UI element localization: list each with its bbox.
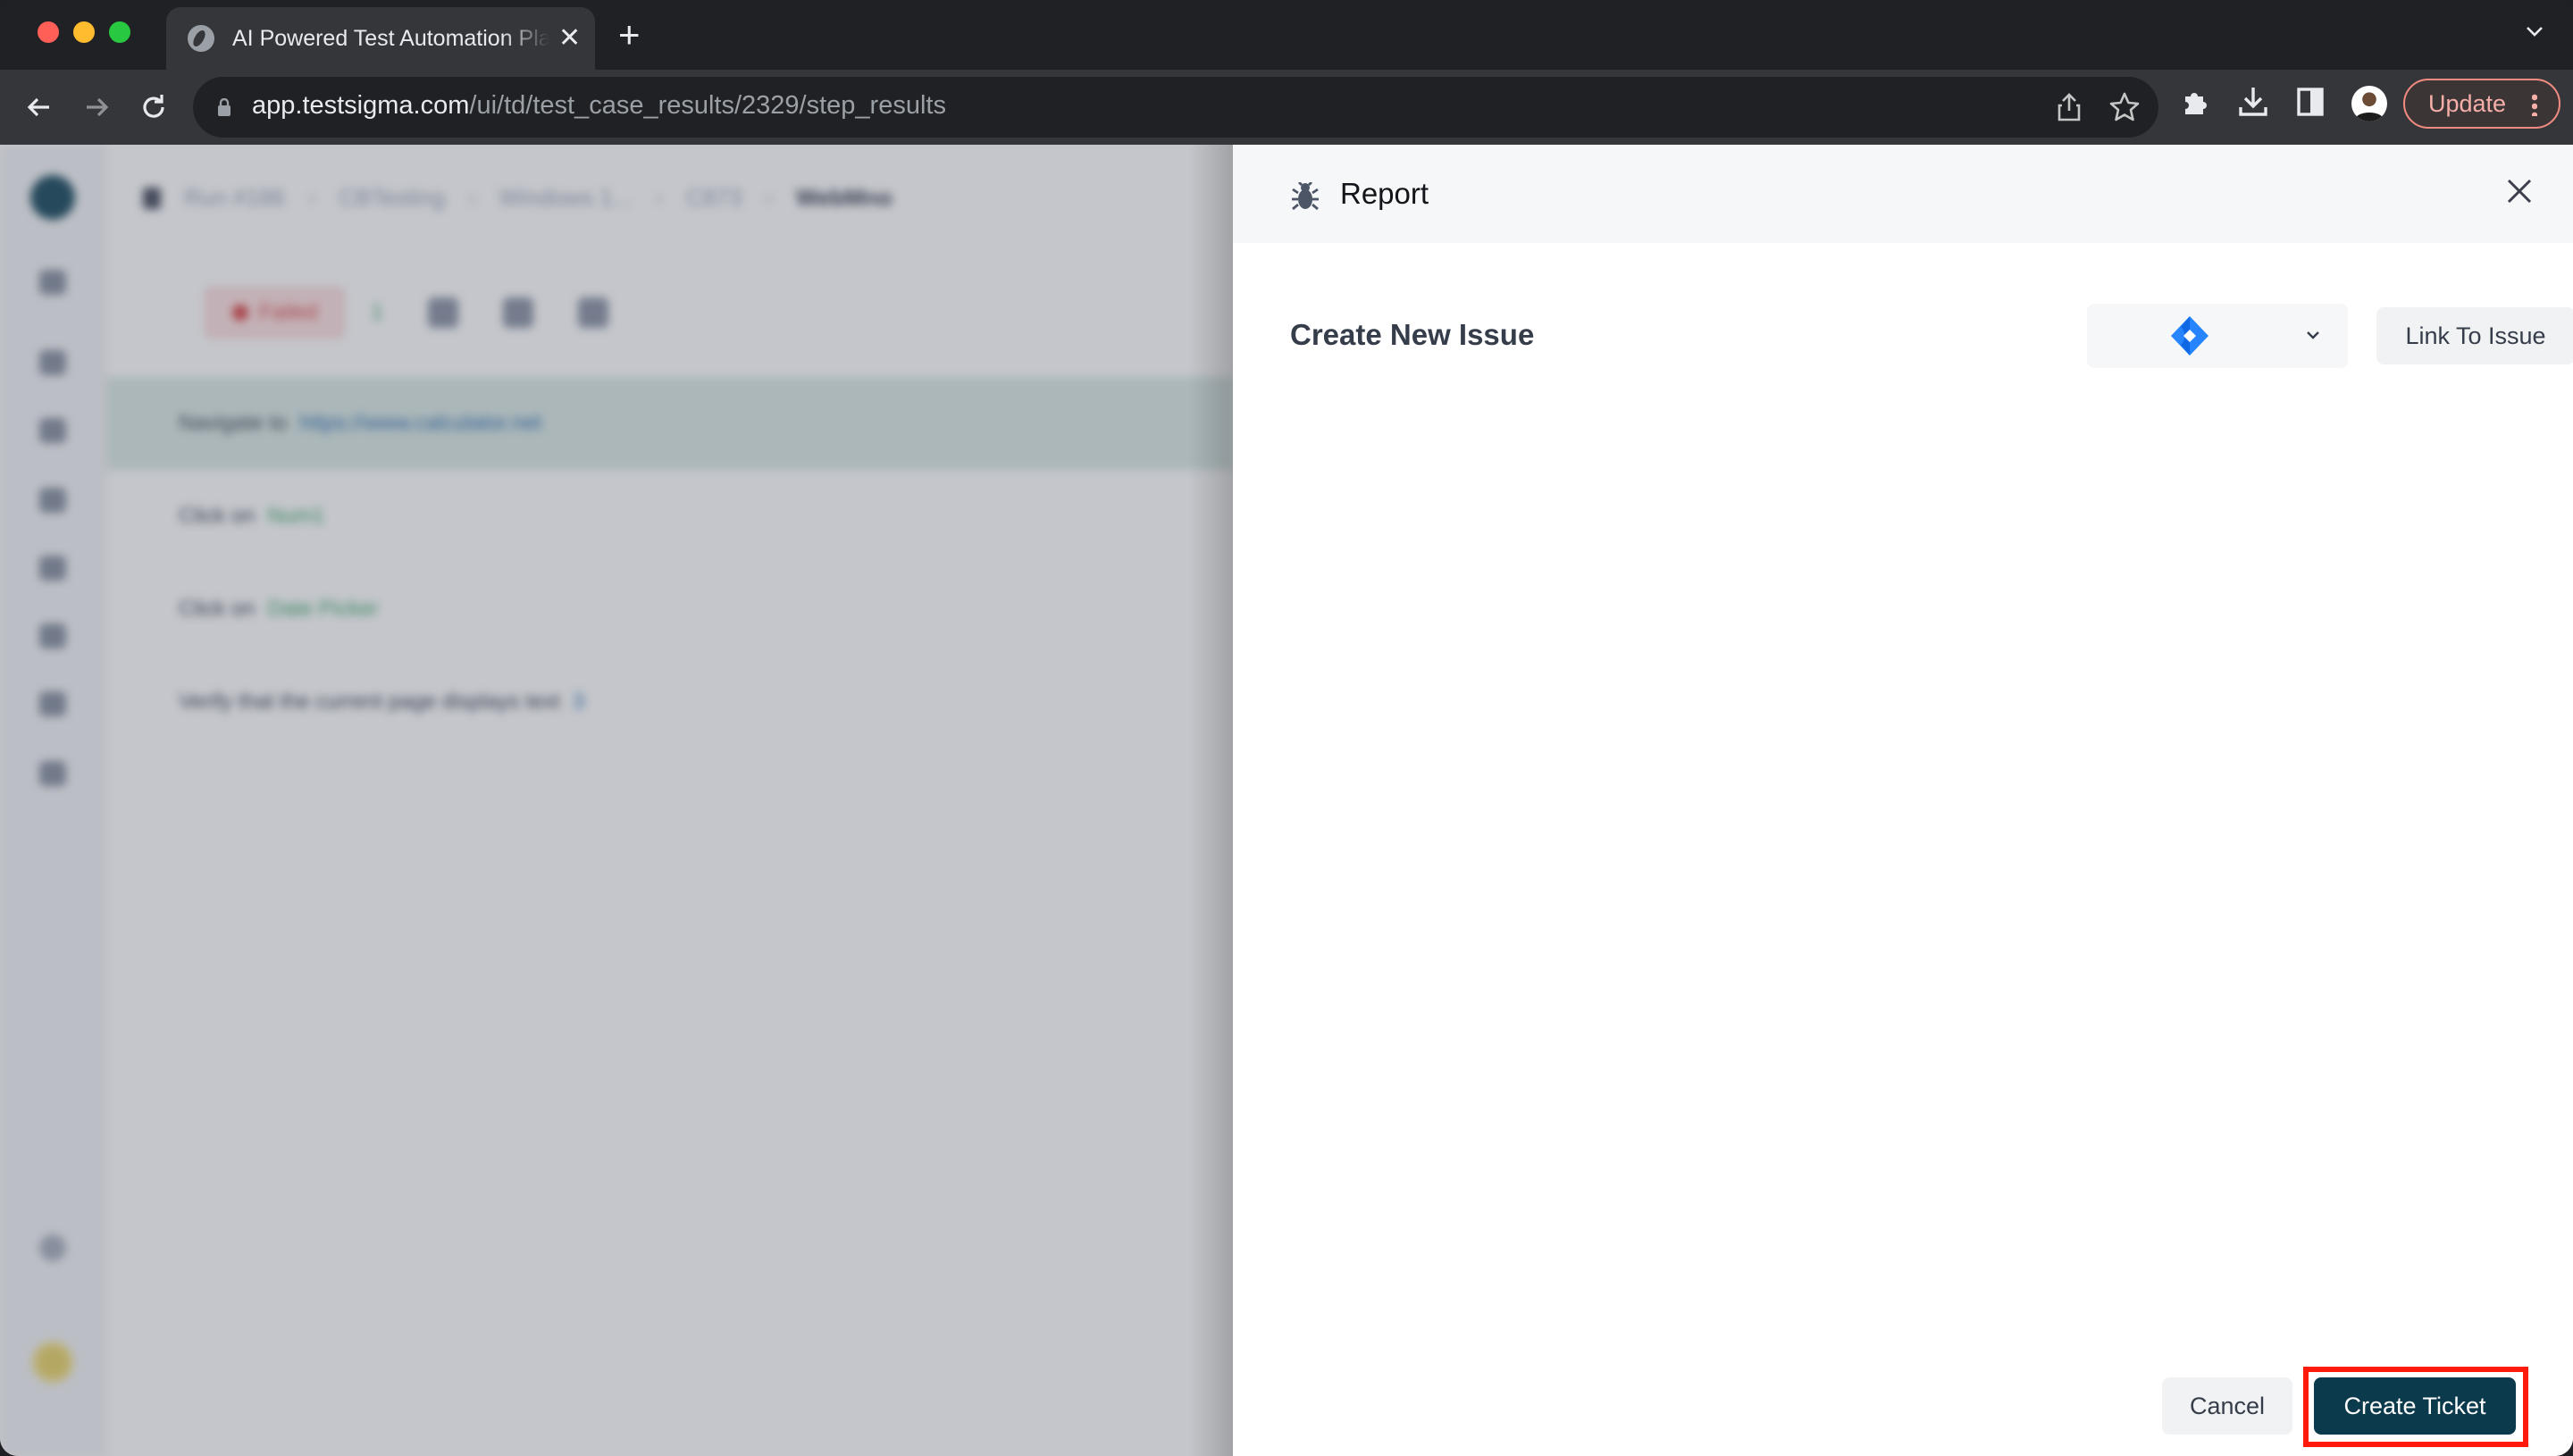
close-icon[interactable] [2502, 173, 2537, 209]
close-icon[interactable]: ✕ [558, 25, 581, 52]
cancel-button[interactable]: Cancel [2162, 1377, 2292, 1435]
drawer-header: Report [1233, 145, 2573, 243]
window-close-button[interactable] [38, 21, 59, 43]
back-icon[interactable] [18, 86, 61, 129]
lock-icon [218, 98, 230, 116]
create-ticket-button[interactable]: Create Ticket [2314, 1377, 2516, 1435]
extensions-icon[interactable] [2178, 84, 2214, 120]
download-icon[interactable] [2235, 84, 2271, 120]
browser-tab[interactable]: AI Powered Test Automation Platform ✕ [166, 7, 595, 70]
report-drawer: Report Create New Issue Link To Issue Ca… [1233, 145, 2573, 1456]
update-button[interactable]: Update [2403, 79, 2560, 129]
reload-icon[interactable] [132, 86, 175, 129]
star-icon[interactable] [2108, 91, 2141, 123]
address-bar[interactable]: app.testsigma.com/ui/td/test_case_result… [193, 77, 2158, 138]
tab-bar: AI Powered Test Automation Platform ✕ + [0, 0, 2573, 70]
plus-icon[interactable]: + [618, 16, 641, 54]
url-path: /ui/td/test_case_results/2329/step_resul… [469, 91, 946, 120]
modal-backdrop[interactable] [0, 145, 1233, 1456]
menu-icon[interactable] [2532, 93, 2537, 116]
create-issue-row: Create New Issue Link To Issue [1290, 304, 2573, 368]
page-viewport: Run #186 › CBTesting › Windows 1... › C8… [0, 145, 2573, 1456]
window-zoom-button[interactable] [109, 21, 130, 43]
issue-tracker-select[interactable] [2087, 304, 2348, 368]
jira-icon [2171, 316, 2208, 356]
bug-icon [1292, 182, 1319, 211]
window-minimize-button[interactable] [73, 21, 95, 43]
drawer-footer: Cancel Create Ticket [1233, 1367, 2573, 1456]
url-host: app.testsigma.com [252, 91, 470, 120]
url-text[interactable]: app.testsigma.com/ui/td/test_case_result… [252, 91, 946, 121]
drawer-title: Report [1340, 177, 1429, 210]
tab-title: AI Powered Test Automation Platform [232, 25, 549, 51]
update-label: Update [2428, 89, 2507, 117]
link-to-issue-button[interactable]: Link To Issue [2376, 307, 2573, 364]
share-icon[interactable] [2053, 91, 2085, 123]
browser-toolbar: app.testsigma.com/ui/td/test_case_result… [0, 70, 2573, 145]
side-panel-icon[interactable] [2292, 84, 2328, 120]
section-label: Create New Issue [1290, 318, 1535, 351]
profile-avatar[interactable] [2351, 86, 2387, 121]
globe-icon [188, 25, 214, 52]
chevron-down-icon[interactable] [2525, 21, 2544, 41]
chevron-down-icon [2307, 331, 2319, 339]
browser-window: AI Powered Test Automation Platform ✕ + … [0, 0, 2573, 1456]
drawer-shadow [1188, 145, 1233, 1456]
forward-icon[interactable] [75, 86, 118, 129]
